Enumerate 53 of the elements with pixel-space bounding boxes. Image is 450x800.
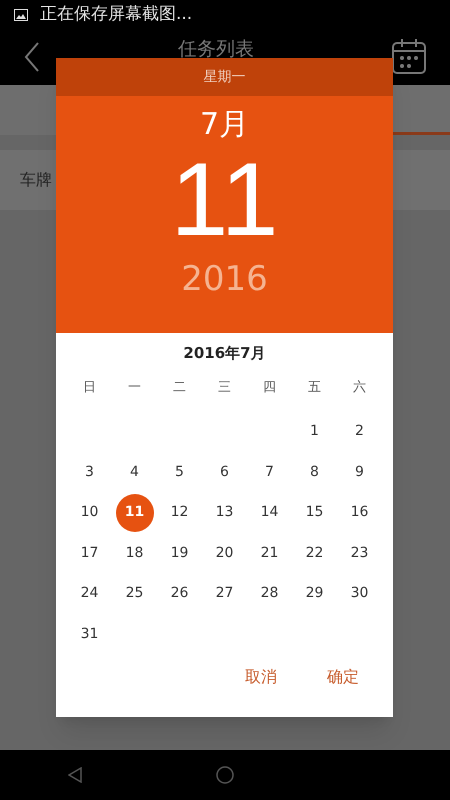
day-text[interactable]: 11 bbox=[170, 148, 278, 252]
day-cell[interactable]: 8 bbox=[296, 453, 334, 492]
calendar-icon[interactable] bbox=[392, 38, 426, 74]
dialog-button[interactable]: 确定 bbox=[315, 657, 371, 697]
day-cell[interactable]: 30 bbox=[340, 574, 378, 613]
day-cell[interactable]: 17 bbox=[70, 534, 108, 572]
day-cell[interactable]: 14 bbox=[250, 494, 288, 532]
weekday-label: 三 bbox=[218, 378, 231, 397]
page-title: 任务列表 bbox=[178, 40, 254, 59]
day-cell[interactable]: 1 bbox=[296, 412, 334, 451]
day-cell[interactable]: 7 bbox=[250, 453, 288, 492]
day-cell[interactable]: 9 bbox=[340, 453, 378, 492]
day-cell[interactable]: 25 bbox=[116, 574, 154, 613]
day-cell[interactable]: 10 bbox=[70, 494, 108, 532]
day-cell[interactable]: 12 bbox=[160, 494, 198, 532]
day-cell[interactable]: 2 bbox=[340, 412, 378, 451]
day-cell[interactable]: 16 bbox=[340, 494, 378, 532]
day-cell[interactable]: 4 bbox=[116, 453, 154, 492]
day-cell[interactable]: 21 bbox=[250, 534, 288, 572]
day-cell[interactable]: 31 bbox=[70, 615, 108, 654]
day-cell[interactable]: 28 bbox=[250, 574, 288, 613]
notification-text: 正在保存屏幕截图... bbox=[40, 3, 192, 26]
dialog-button[interactable]: 取消 bbox=[233, 657, 289, 697]
image-icon bbox=[14, 9, 28, 21]
weekday-text: 星期一 bbox=[204, 68, 246, 86]
day-cell[interactable]: 23 bbox=[340, 534, 378, 572]
day-cell[interactable]: 13 bbox=[206, 494, 244, 532]
day-cell[interactable]: 19 bbox=[160, 534, 198, 572]
home-icon[interactable] bbox=[216, 766, 234, 784]
day-cell[interactable]: 20 bbox=[206, 534, 244, 572]
day-cell[interactable]: 15 bbox=[296, 494, 334, 532]
day-cell[interactable]: 24 bbox=[70, 574, 108, 613]
day-cell[interactable]: 26 bbox=[160, 574, 198, 613]
month-year-title: 2016年7月 bbox=[183, 343, 266, 364]
day-cell[interactable]: 27 bbox=[206, 574, 244, 613]
weekday-label: 四 bbox=[263, 378, 276, 397]
back-icon[interactable] bbox=[24, 42, 40, 72]
day-cell[interactable]: 11 bbox=[116, 494, 154, 532]
weekday-label: 五 bbox=[308, 378, 321, 397]
month-text[interactable]: 7月 bbox=[200, 110, 250, 140]
day-cell[interactable]: 22 bbox=[296, 534, 334, 572]
tab-indicator bbox=[390, 132, 450, 135]
field-label: 车牌 bbox=[20, 169, 52, 191]
day-cell[interactable]: 18 bbox=[116, 534, 154, 572]
day-cell[interactable]: 3 bbox=[70, 453, 108, 492]
weekday-label: 二 bbox=[173, 378, 186, 397]
weekday-label: 一 bbox=[128, 378, 141, 397]
day-cell[interactable]: 5 bbox=[160, 453, 198, 492]
weekday-label: 六 bbox=[353, 378, 366, 397]
day-cell[interactable]: 29 bbox=[296, 574, 334, 613]
back-icon[interactable] bbox=[68, 767, 82, 783]
day-cell[interactable]: 6 bbox=[206, 453, 244, 492]
weekday-label: 日 bbox=[83, 378, 96, 397]
